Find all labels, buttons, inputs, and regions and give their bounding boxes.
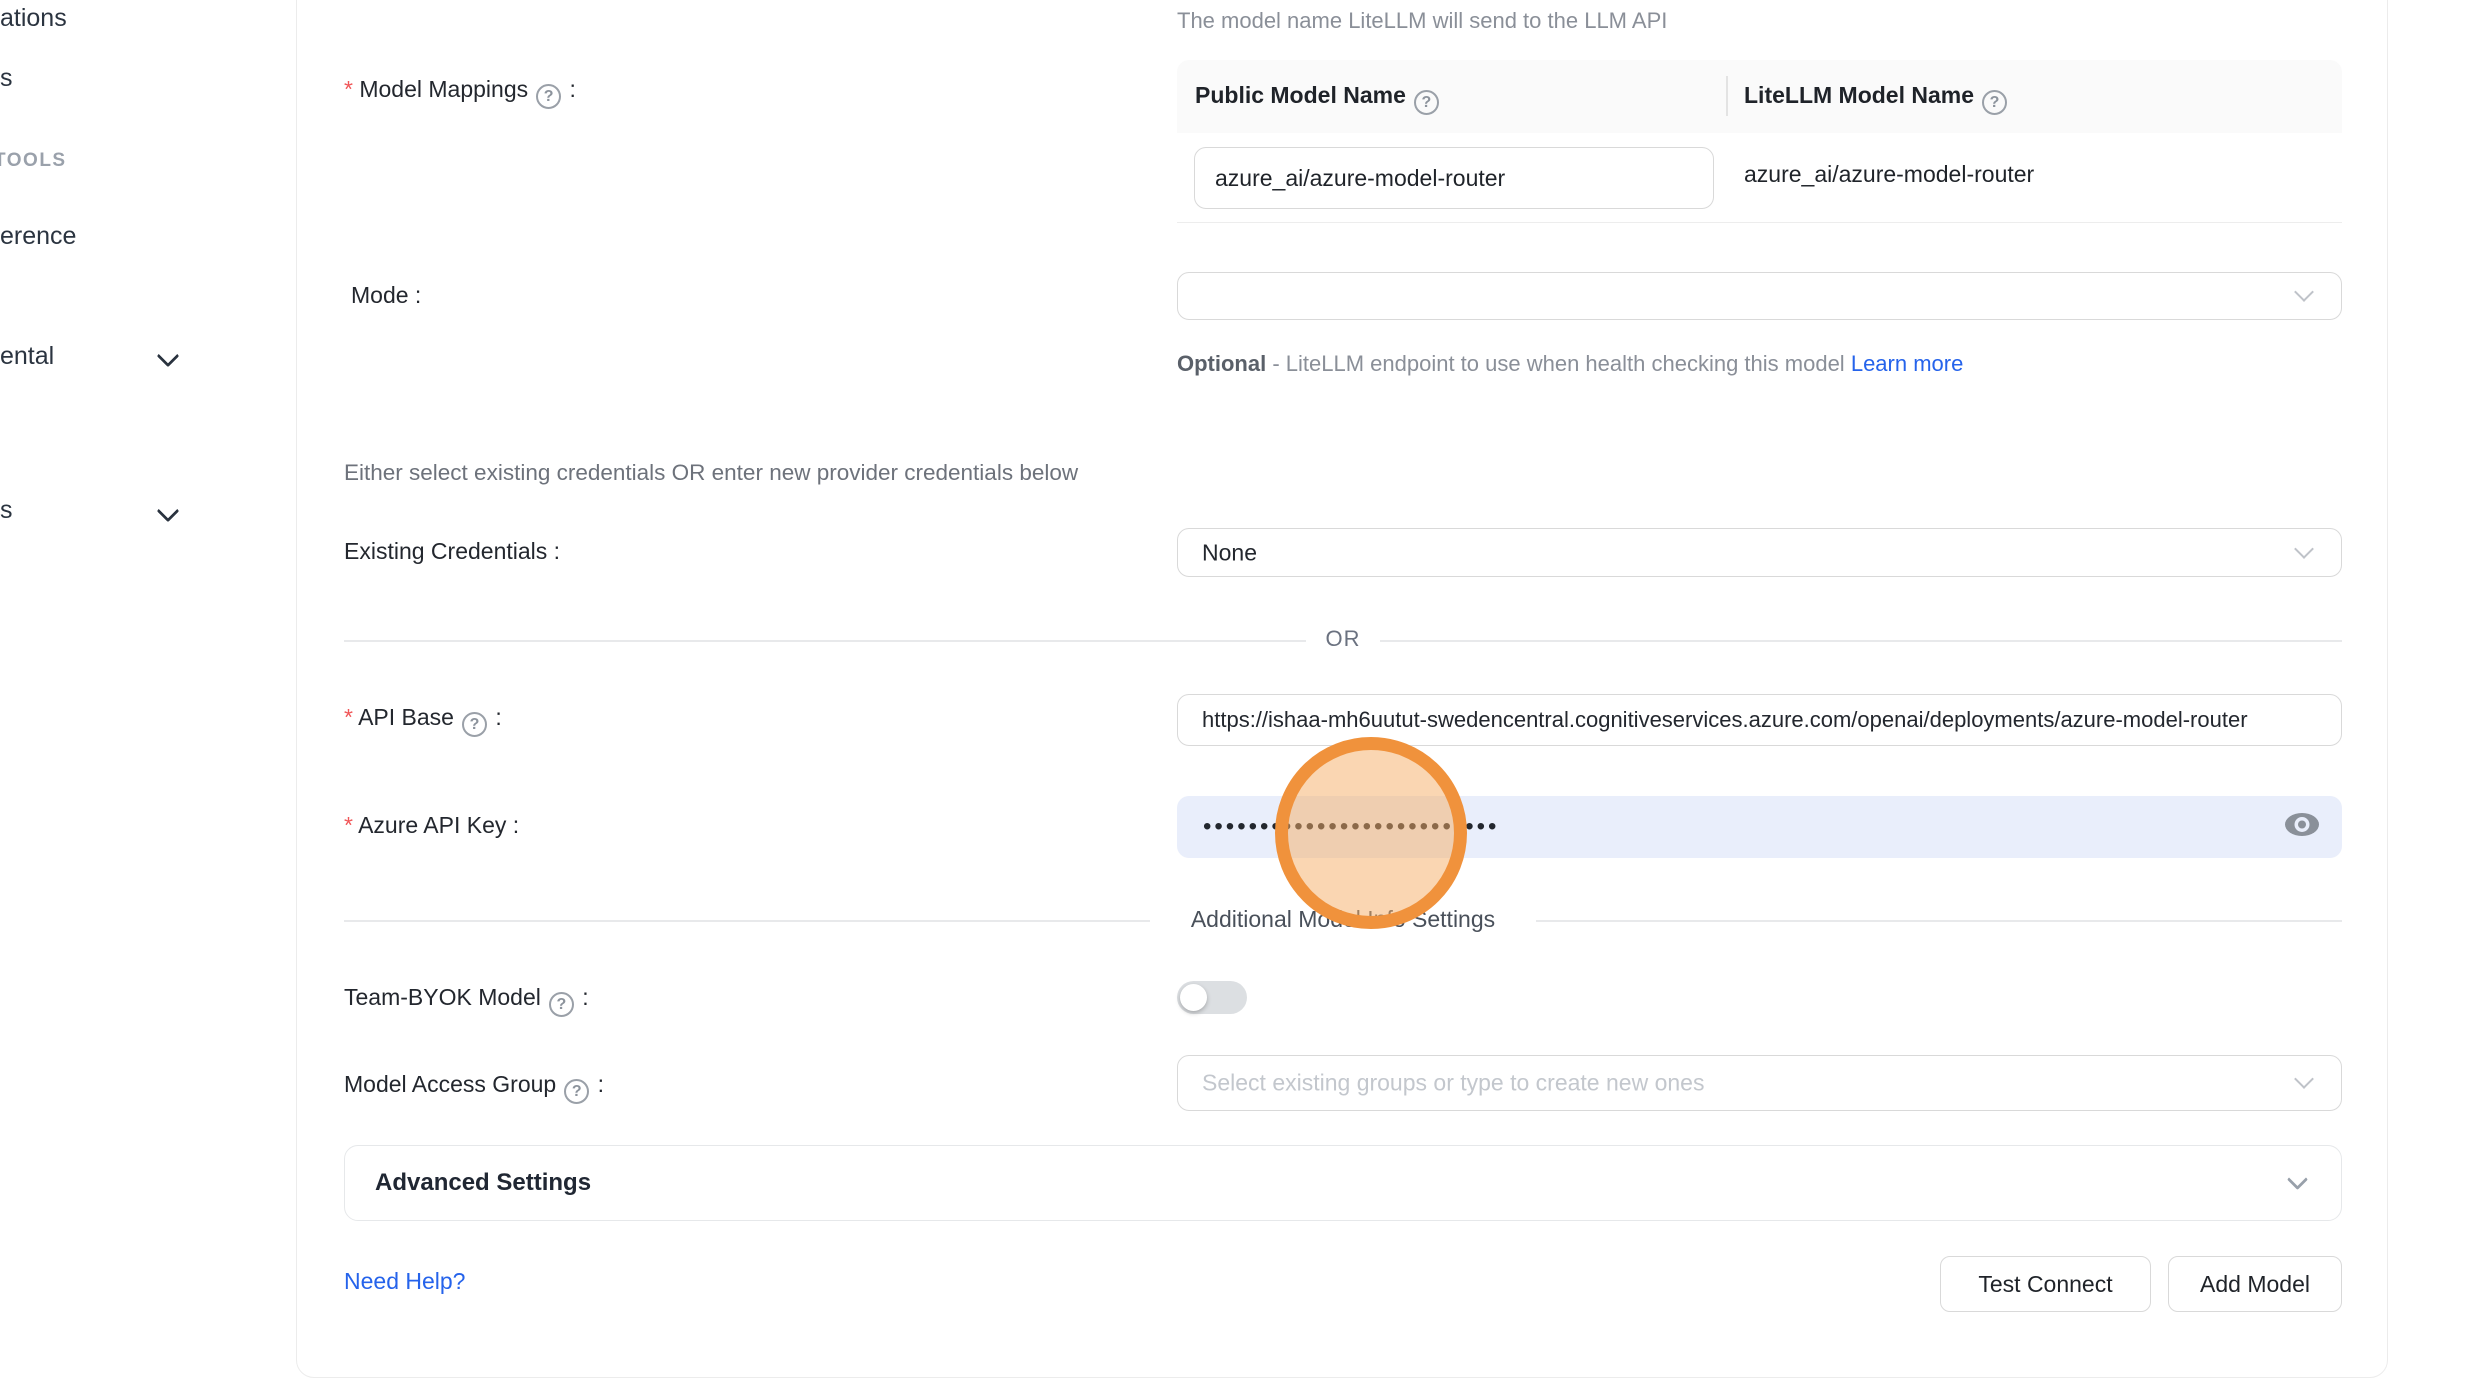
existing-credentials-label: Existing Credentials — [344, 538, 560, 565]
column-header-label: LiteLLM Model Name — [1744, 82, 1974, 108]
model-mappings-label: Model Mappings — [344, 76, 576, 109]
api-base-label: API Base — [344, 704, 502, 737]
test-connect-button[interactable]: Test Connect — [1940, 1256, 2151, 1312]
question-circle-icon[interactable] — [549, 992, 574, 1017]
toggle-knob — [1180, 984, 1207, 1011]
sidebar-item[interactable]: s — [0, 64, 13, 93]
column-header-public-model-name: Public Model Name — [1195, 82, 1441, 115]
litellm-model-name-value: azure_ai/azure-model-router — [1744, 161, 2034, 188]
sidebar-item-api-reference[interactable]: erence — [0, 222, 76, 251]
mode-hint: Optional - LiteLLM endpoint to use when … — [1177, 344, 1977, 383]
or-divider-line-right — [1380, 640, 2342, 642]
column-divider — [1726, 76, 1728, 116]
azure-api-key-label: Azure API Key — [344, 812, 519, 839]
chevron-down-icon — [2294, 539, 2314, 559]
question-circle-icon[interactable] — [564, 1079, 589, 1104]
label-text: Existing Credentials — [344, 538, 547, 564]
learn-more-link[interactable]: Learn more — [1851, 351, 1964, 376]
sidebar-item-label: ations — [0, 4, 67, 32]
label-text: Model Mappings — [359, 76, 528, 102]
chevron-down-icon — [2294, 282, 2314, 302]
api-base-input[interactable]: https://ishaa-mh6uutut-swedencentral.cog… — [1177, 694, 2342, 746]
label-colon — [489, 704, 502, 730]
label-colon — [591, 1071, 604, 1097]
team-byok-toggle[interactable] — [1177, 981, 1247, 1014]
existing-credentials-value: None — [1202, 539, 1257, 566]
question-circle-icon[interactable] — [1414, 90, 1439, 115]
masked-password-dots: •••••••••••••••••••••••••• — [1203, 813, 1499, 841]
or-divider-line-left — [344, 640, 1306, 642]
model-mappings-table: Public Model Name LiteLLM Model Name azu… — [1177, 60, 2342, 284]
sidebar-item-label: ental — [0, 342, 54, 370]
sidebar-item-label: s — [0, 496, 13, 524]
sidebar-section-tools: TOOLS — [0, 150, 67, 172]
sidebar-item-settings[interactable]: s — [0, 496, 13, 525]
advanced-settings-panel[interactable]: Advanced Settings — [344, 1145, 2342, 1221]
mode-hint-bold: Optional — [1177, 351, 1266, 376]
label-colon — [506, 812, 519, 838]
label-colon — [547, 538, 560, 564]
label-colon — [563, 76, 576, 102]
question-circle-icon[interactable] — [1982, 90, 2007, 115]
eye-icon[interactable] — [2284, 812, 2320, 843]
credentials-hint: Either select existing credentials OR en… — [344, 460, 1078, 486]
sidebar-item-organizations[interactable]: ations — [0, 4, 67, 33]
sidebar-item-experimental[interactable]: ental — [0, 342, 54, 371]
model-access-group-select[interactable]: Select existing groups or type to create… — [1177, 1055, 2342, 1111]
additional-divider-line-right — [1536, 920, 2342, 922]
label-text: Azure API Key — [358, 812, 506, 838]
label-colon — [576, 984, 589, 1010]
sidebar-item-label: s — [0, 64, 13, 92]
mode-label: Mode — [351, 282, 421, 309]
model-access-group-placeholder: Select existing groups or type to create… — [1202, 1070, 1704, 1097]
sidebar-section-label: TOOLS — [0, 150, 67, 171]
table-header-row: Public Model Name LiteLLM Model Name — [1177, 60, 2342, 133]
label-text: Model Access Group — [344, 1071, 556, 1097]
azure-api-key-input[interactable]: •••••••••••••••••••••••••• — [1177, 796, 2342, 858]
chevron-down-icon[interactable] — [157, 500, 180, 523]
table-bottom-border — [1177, 222, 2342, 223]
model-name-hint: The model name LiteLLM will send to the … — [1177, 8, 1667, 34]
mode-hint-text: - LiteLLM endpoint to use when health ch… — [1272, 351, 1844, 376]
question-circle-icon[interactable] — [462, 712, 487, 737]
label-text: API Base — [358, 704, 454, 730]
label-text: Team-BYOK Model — [344, 984, 541, 1010]
sidebar-item-label: erence — [0, 222, 76, 250]
column-header-label: Public Model Name — [1195, 82, 1406, 108]
existing-credentials-select[interactable]: None — [1177, 528, 2342, 577]
additional-divider-line-left — [344, 920, 1150, 922]
need-help-link[interactable]: Need Help? — [344, 1268, 465, 1295]
label-colon — [409, 282, 422, 308]
add-model-button[interactable]: Add Model — [2168, 1256, 2342, 1312]
column-header-litellm-model-name: LiteLLM Model Name — [1744, 82, 2009, 115]
label-text: Mode — [351, 282, 409, 308]
team-byok-label: Team-BYOK Model — [344, 984, 589, 1017]
advanced-settings-label: Advanced Settings — [375, 1169, 591, 1197]
question-circle-icon[interactable] — [536, 84, 561, 109]
model-access-group-label: Model Access Group — [344, 1071, 604, 1104]
additional-divider-label: Additional Model Info Settings — [1160, 906, 1526, 933]
chevron-down-icon — [2294, 1069, 2314, 1089]
chevron-down-icon[interactable] — [157, 345, 180, 368]
or-divider-label: OR — [1306, 626, 1380, 652]
mode-select[interactable] — [1177, 272, 2342, 320]
public-model-name-input[interactable]: azure_ai/azure-model-router — [1194, 147, 1714, 209]
chevron-down-icon — [2287, 1169, 2308, 1190]
